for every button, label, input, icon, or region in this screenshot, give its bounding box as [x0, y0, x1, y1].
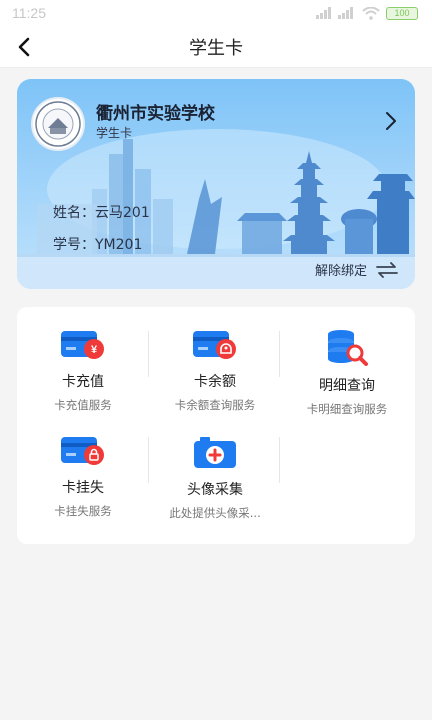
- page-title: 学生卡: [189, 37, 243, 59]
- unbind-button[interactable]: 解除绑定: [315, 260, 399, 279]
- service-title: 明细查询: [319, 378, 375, 394]
- school-emblem-icon: [35, 101, 81, 147]
- unbind-label: 解除绑定: [314, 264, 367, 279]
- service-title: 卡充值: [62, 374, 104, 390]
- service-title: 头像采集: [187, 482, 243, 498]
- service-report-loss[interactable]: 卡挂失 卡挂失服务: [17, 413, 149, 519]
- status-bar: 11:25 100: [0, 0, 432, 26]
- card-type-label: 学生卡: [96, 126, 133, 140]
- service-balance[interactable]: 卡余额 卡余额查询服务: [149, 307, 281, 413]
- svg-text:¥: ¥: [91, 344, 98, 356]
- service-title: 卡余额: [194, 374, 236, 390]
- service-avatar-capture[interactable]: 头像采集 此处提供头像采...: [149, 413, 281, 520]
- student-card[interactable]: 衢州市实验学校 学生卡 姓名：云马201 学号：YM201 解除绑定: [17, 79, 415, 289]
- camera-plus-icon: [191, 435, 239, 469]
- database-search-icon: [323, 329, 371, 366]
- navbar: 学生卡: [0, 26, 432, 68]
- swap-arrows-icon: [376, 261, 398, 278]
- service-title: 卡挂失: [62, 480, 104, 496]
- signal-icon: [316, 7, 331, 19]
- service-desc: 卡明细查询服务: [306, 402, 388, 416]
- service-desc: 卡挂失服务: [54, 504, 112, 518]
- service-desc: 卡余额查询服务: [174, 398, 256, 412]
- service-recharge[interactable]: ¥ 卡充值 卡充值服务: [17, 307, 149, 413]
- back-button[interactable]: [12, 35, 36, 59]
- status-time: 11:25: [12, 5, 46, 21]
- chevron-right-icon[interactable]: [385, 111, 397, 131]
- wifi-icon: [362, 6, 380, 20]
- student-name: 姓名：云马201: [53, 205, 150, 221]
- card-yen-icon: ¥: [59, 329, 107, 361]
- service-grid: ¥ 卡充值 卡充值服务 卡余额 卡余额查询服务 明细查询 卡明细查询服务 卡挂失…: [17, 307, 415, 544]
- status-icons: 100: [316, 6, 418, 20]
- battery-icon: 100: [386, 6, 418, 20]
- card-lock-icon: [59, 435, 107, 467]
- signal-4g-icon: [338, 7, 353, 19]
- service-detail-query[interactable]: 明细查询 卡明细查询服务: [281, 307, 413, 416]
- card-wallet-icon: [191, 329, 239, 361]
- chevron-left-icon: [18, 37, 30, 57]
- service-desc: 卡充值服务: [54, 398, 112, 412]
- student-id: 学号：YM201: [53, 237, 143, 253]
- school-name: 衢州市实验学校: [96, 104, 215, 124]
- school-logo: [31, 97, 85, 151]
- service-desc: 此处提供头像采...: [169, 506, 261, 520]
